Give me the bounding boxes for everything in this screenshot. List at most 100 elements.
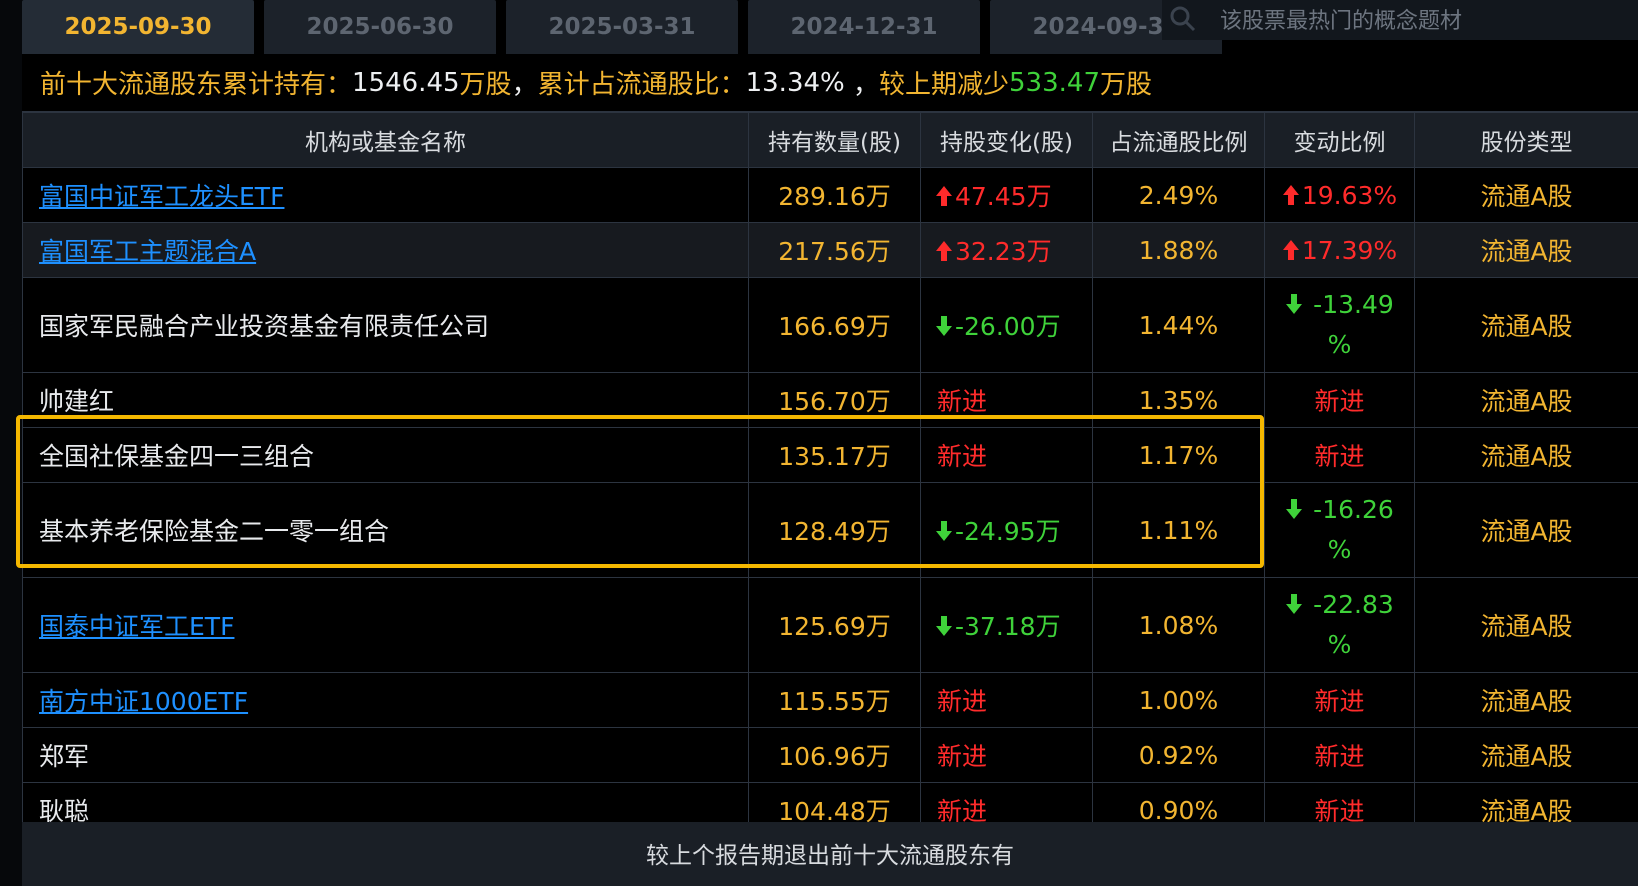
new-entry-label: 新进 — [937, 742, 988, 771]
change-cell: 新进 — [920, 727, 1093, 783]
holding-cell: 115.55万 — [748, 672, 921, 728]
table-header: 机构或基金名称 持有数量(股) 持股变化(股) 占流通股比例 变动比例 股份类型 — [22, 112, 1638, 168]
change-pct-cell: -22.83% — [1264, 577, 1415, 673]
change-cell: 新进 — [920, 372, 1093, 428]
share-type: 流通A股 — [1480, 387, 1573, 416]
summary-value-change: 533.47 — [1009, 67, 1100, 98]
summary-label-change: 较上期减少 — [879, 70, 1010, 100]
holder-name: 国家军民融合产业投资基金有限责任公司 — [39, 312, 490, 341]
ratio-value: 1.11% — [1138, 515, 1219, 545]
share-type-cell: 流通A股 — [1414, 277, 1638, 373]
share-type: 流通A股 — [1480, 687, 1573, 716]
col-header-ratio: 占流通股比例 — [1092, 112, 1265, 168]
change-value: -24.95万 — [955, 517, 1061, 546]
holding-value: 106.96万 — [778, 742, 891, 771]
share-type-cell: 流通A股 — [1414, 482, 1638, 578]
ratio-value: 1.35% — [1138, 385, 1219, 415]
table-row: 基本养老保险基金二一零一组合 128.49万 -24.95万 1.11% -16.26… — [22, 482, 1638, 578]
new-entry-label: 新进 — [1314, 387, 1365, 416]
change-pct-cell: 新进 — [1264, 427, 1415, 483]
col-header-change-pct: 变动比例 — [1264, 112, 1415, 168]
shareholder-panel: 2025-09-30 2025-06-30 2025-03-31 2024-12-31… — [22, 0, 1638, 886]
table-row: 富国军工主题混合A 217.56万 32.23万 1.88% 17.39% 流通A股 — [22, 222, 1638, 278]
summary-label-holding: 前十大流通股东累计持有： — [40, 70, 353, 100]
share-type: 流通A股 — [1480, 612, 1573, 641]
arrow-up-icon — [936, 241, 952, 261]
holder-name-link[interactable]: 富国军工主题混合A — [39, 237, 256, 266]
new-entry-label: 新进 — [1314, 742, 1365, 771]
share-type: 流通A股 — [1480, 312, 1573, 341]
table-row: 郑军 106.96万 新进 0.92% 新进 流通A股 — [22, 727, 1638, 783]
holding-cell: 128.49万 — [748, 482, 921, 578]
change-pct-cell: 17.39% — [1264, 222, 1415, 278]
tab-2025-09-30[interactable]: 2025-09-30 — [22, 0, 254, 54]
share-type-cell: 流通A股 — [1414, 372, 1638, 428]
holder-name-cell[interactable]: 富国军工主题混合A — [22, 222, 749, 278]
tab-2025-06-30[interactable]: 2025-06-30 — [264, 0, 496, 54]
ratio-cell: 1.00% — [1092, 672, 1265, 728]
holding-cell: 135.17万 — [748, 427, 921, 483]
holder-name-cell: 帅建红 — [22, 372, 749, 428]
ratio-cell: 2.49% — [1092, 167, 1265, 223]
change-cell: -26.00万 — [920, 277, 1093, 373]
ratio-cell: 1.11% — [1092, 482, 1265, 578]
holding-cell: 156.70万 — [748, 372, 921, 428]
holder-name: 基本养老保险基金二一零一组合 — [39, 517, 390, 546]
holder-name-cell[interactable]: 富国中证军工龙头ETF — [22, 167, 749, 223]
holding-value: 135.17万 — [778, 442, 891, 471]
search-icon — [1170, 6, 1196, 32]
ratio-value: 1.17% — [1138, 440, 1219, 470]
summary-sep: ， — [511, 70, 538, 100]
ratio-value: 0.92% — [1138, 740, 1219, 770]
arrow-down-icon — [936, 316, 952, 336]
holding-cell: 166.69万 — [748, 277, 921, 373]
change-pct-value: -13.49 — [1313, 290, 1394, 319]
share-type-cell: 流通A股 — [1414, 672, 1638, 728]
holding-value: 217.56万 — [778, 237, 891, 266]
summary-unit-holding: 万股 — [459, 70, 512, 100]
summary-line: 前十大流通股东累计持有： 1546.45 万股 ， 累计占流通股比： 13.34… — [22, 54, 1638, 112]
arrow-down-icon — [1286, 594, 1303, 614]
search-placeholder: 该股票最热门的概念题材 — [1220, 9, 1463, 34]
holder-name: 帅建红 — [39, 387, 115, 416]
tab-2024-12-31[interactable]: 2024-12-31 — [748, 0, 980, 54]
change-cell: 47.45万 — [920, 167, 1093, 223]
summary-value-holding: 1546.45 — [352, 67, 460, 98]
share-type-cell: 流通A股 — [1414, 727, 1638, 783]
new-entry-label: 新进 — [937, 687, 988, 716]
concept-search-bar[interactable]: 该股票最热门的概念题材 — [1162, 0, 1638, 40]
ratio-value: 1.00% — [1138, 685, 1219, 715]
new-entry-label: 新进 — [937, 387, 988, 416]
share-type: 流通A股 — [1480, 517, 1573, 546]
change-pct-cell: -16.26% — [1264, 482, 1415, 578]
change-pct-value: 19.63% — [1301, 180, 1398, 210]
summary-sep2: ， — [844, 70, 879, 100]
arrow-down-icon — [936, 521, 952, 541]
holding-value: 125.69万 — [778, 612, 891, 641]
holder-name-link[interactable]: 国泰中证军工ETF — [39, 612, 234, 641]
share-type-cell: 流通A股 — [1414, 167, 1638, 223]
ratio-cell: 1.44% — [1092, 277, 1265, 373]
holding-cell: 289.16万 — [748, 167, 921, 223]
ratio-value: 2.49% — [1138, 180, 1219, 210]
change-pct-value: -22.83 — [1313, 590, 1394, 619]
share-type: 流通A股 — [1480, 742, 1573, 771]
holder-name-link[interactable]: 南方中证1000ETF — [39, 687, 248, 716]
holder-name: 郑军 — [39, 742, 90, 771]
table-row: 富国中证军工龙头ETF 289.16万 47.45万 2.49% 19.63% 流通A股 — [22, 167, 1638, 223]
holder-name-link[interactable]: 富国中证军工龙头ETF — [39, 182, 284, 211]
holder-name-cell[interactable]: 国泰中证军工ETF — [22, 577, 749, 673]
share-type: 流通A股 — [1480, 442, 1573, 471]
holding-cell: 125.69万 — [748, 577, 921, 673]
change-cell: 32.23万 — [920, 222, 1093, 278]
change-cell: -24.95万 — [920, 482, 1093, 578]
new-entry-label: 新进 — [1314, 442, 1365, 471]
col-header-change: 持股变化(股) — [920, 112, 1093, 168]
holding-cell: 217.56万 — [748, 222, 921, 278]
holding-value: 156.70万 — [778, 387, 891, 416]
holder-name-cell[interactable]: 南方中证1000ETF — [22, 672, 749, 728]
percent-sign: % — [1327, 535, 1352, 564]
tab-2025-03-31[interactable]: 2025-03-31 — [506, 0, 738, 54]
change-pct-cell: 新进 — [1264, 372, 1415, 428]
table-row: 国家军民融合产业投资基金有限责任公司 166.69万 -26.00万 1.44% -1… — [22, 277, 1638, 373]
